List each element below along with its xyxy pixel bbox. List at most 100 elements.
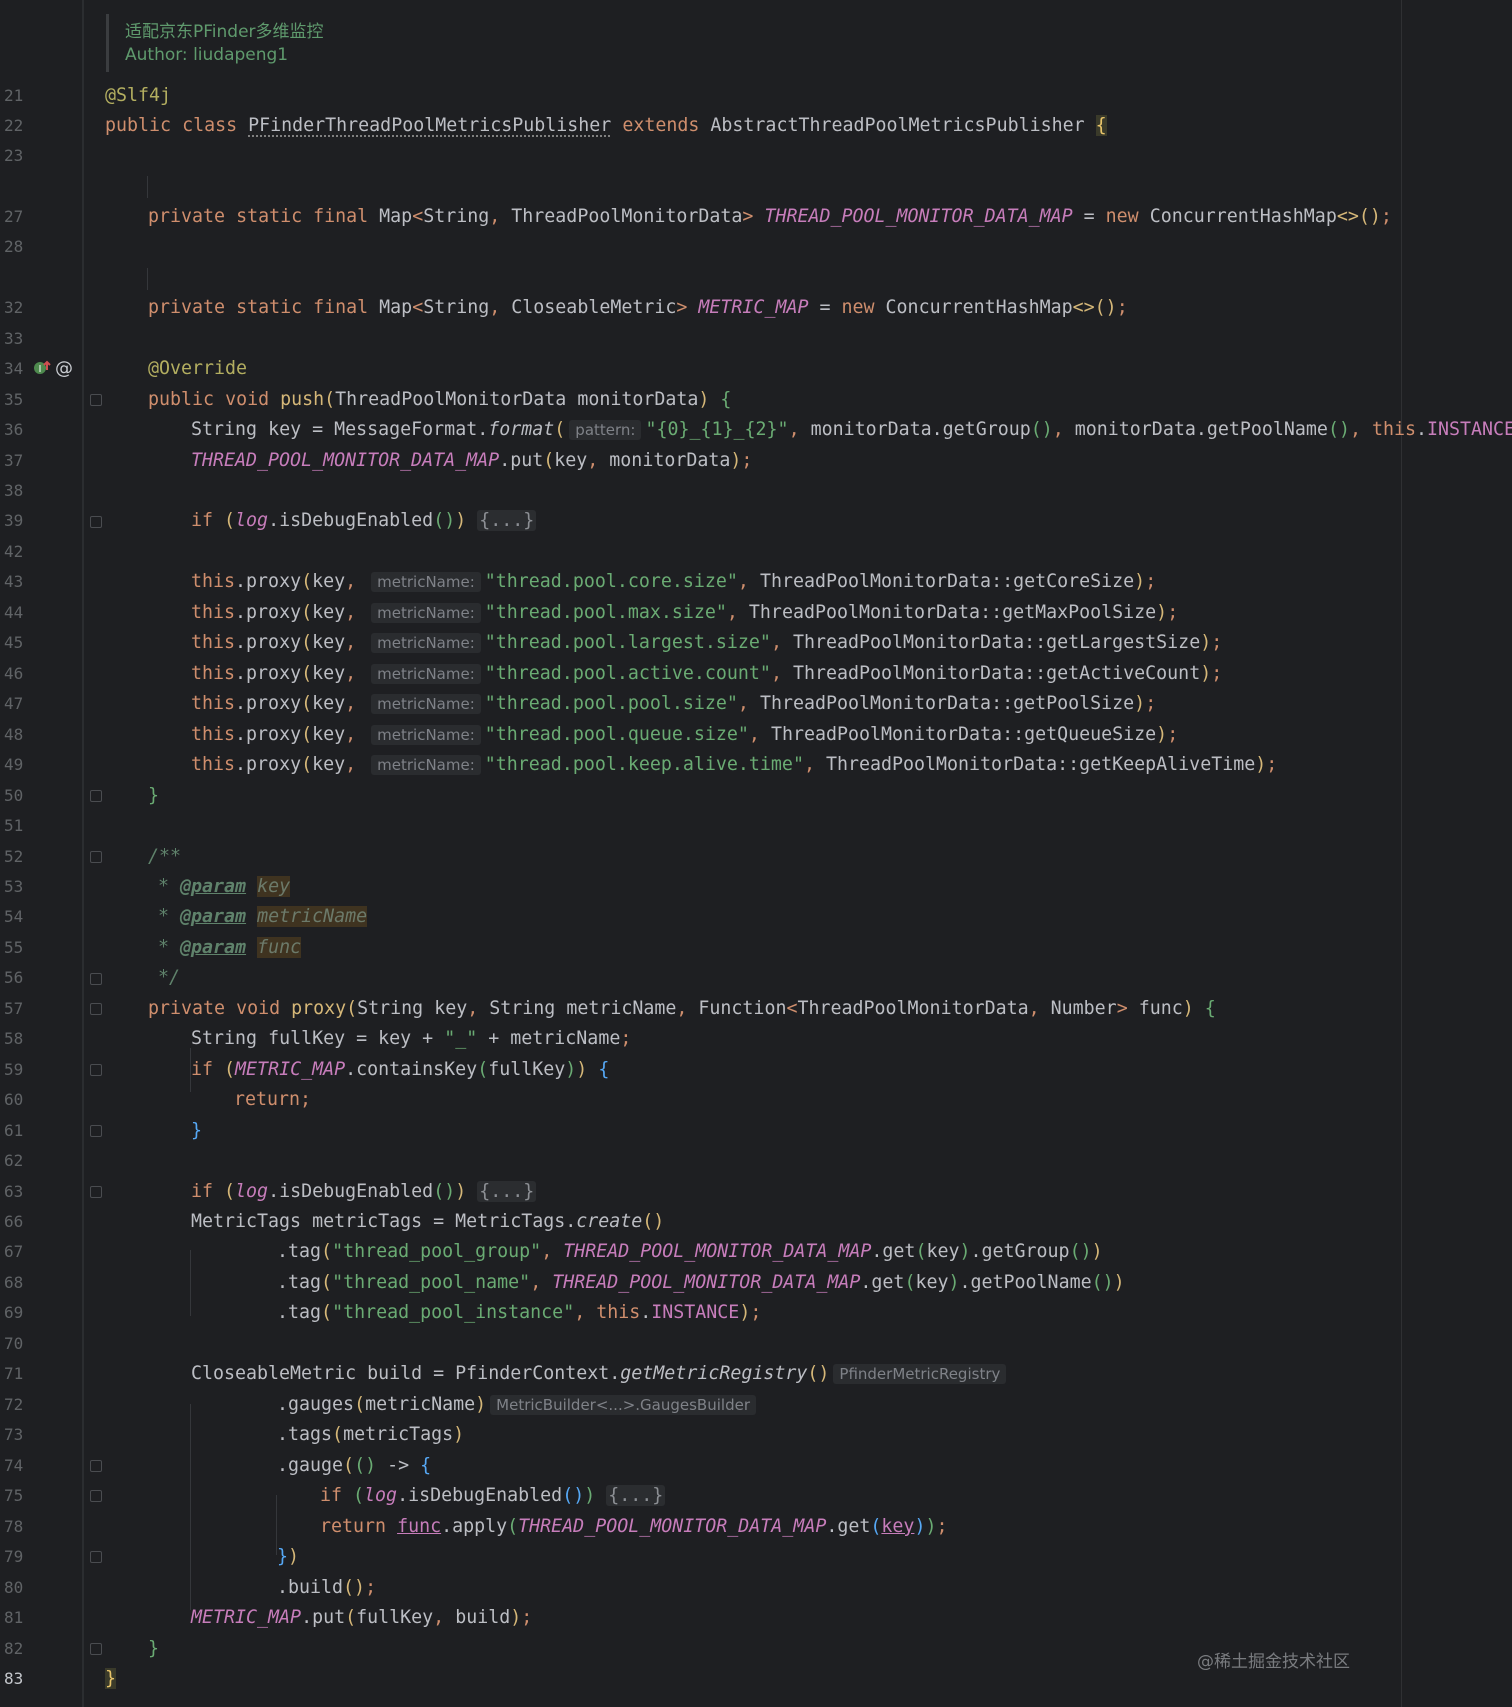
line-number: 36 <box>4 420 24 439</box>
fold-toggle-icon[interactable] <box>90 1551 102 1563</box>
param-hint: pattern: <box>569 420 642 440</box>
line-number: 60 <box>4 1090 24 1109</box>
param-hint: metricName: <box>371 755 481 775</box>
code-line-45[interactable]: this.proxy(key, metricName: "thread.pool.… <box>191 628 1222 658</box>
line-number: 67 <box>4 1242 24 1261</box>
rendered-doc-bar <box>106 14 109 72</box>
param-hint: metricName: <box>371 725 481 745</box>
fold-toggle-icon[interactable] <box>90 1490 102 1502</box>
implements-override-icon[interactable]: I @ <box>32 356 73 380</box>
code-line-54[interactable]: * @param metricName <box>158 902 368 932</box>
code-line-48[interactable]: this.proxy(key, metricName: "thread.pool.… <box>191 720 1178 750</box>
code-line-27[interactable]: private static final Map<String, ThreadP… <box>148 202 1392 232</box>
code-line-58[interactable]: String fullKey = key + "_" + metricName; <box>191 1024 631 1054</box>
line-number: 61 <box>4 1121 24 1140</box>
code-line-79[interactable]: }) <box>277 1542 299 1572</box>
code-line-83[interactable]: } <box>105 1664 117 1694</box>
line-number: 71 <box>4 1364 24 1383</box>
line-number: 72 <box>4 1395 24 1414</box>
fold-toggle-icon[interactable] <box>90 516 102 528</box>
line-number: 44 <box>4 603 24 622</box>
fold-toggle-icon[interactable] <box>90 1003 102 1015</box>
param-hint: metricName: <box>371 572 481 592</box>
indent-guide <box>147 268 148 290</box>
code-line-75[interactable]: if (log.isDebugEnabled()) {...} <box>320 1481 666 1511</box>
code-line-44[interactable]: this.proxy(key, metricName: "thread.pool.… <box>191 598 1178 628</box>
line-number: 27 <box>4 207 24 226</box>
fold-toggle-icon[interactable] <box>90 973 102 985</box>
code-line-56[interactable]: */ <box>158 963 180 993</box>
code-line-60[interactable]: return; <box>234 1085 311 1115</box>
code-line-59[interactable]: if (METRIC_MAP.containsKey(fullKey)) { <box>191 1055 609 1085</box>
gutter-icons[interactable]: I @ <box>32 356 73 380</box>
code-line-67[interactable]: .tag("thread_pool_group", THREAD_POOL_MO… <box>277 1237 1103 1267</box>
line-number: 82 <box>4 1639 24 1658</box>
fold-toggle-icon[interactable] <box>90 1643 102 1655</box>
code-line-80[interactable]: .build(); <box>277 1573 376 1603</box>
code-line-43[interactable]: this.proxy(key, metricName: "thread.pool.… <box>191 567 1156 597</box>
line-number: 59 <box>4 1060 24 1079</box>
line-number: 73 <box>4 1425 24 1444</box>
indent-guide <box>190 1404 191 1610</box>
code-line-72[interactable]: .gauges(metricName) MetricBuilder<...>.Ga… <box>277 1390 760 1420</box>
code-line-57[interactable]: private void proxy(String key, String me… <box>148 994 1216 1024</box>
fold-toggle-icon[interactable] <box>90 394 102 406</box>
line-number: 37 <box>4 451 24 470</box>
watermark: @稀土掘金技术社区 <box>1197 1652 1350 1672</box>
code-line-21[interactable]: @Slf4j <box>105 81 171 111</box>
line-number: 63 <box>4 1182 24 1201</box>
code-line-37[interactable]: THREAD_POOL_MONITOR_DATA_MAP.put(key, mo… <box>191 446 752 476</box>
code-line-68[interactable]: .tag("thread_pool_name", THREAD_POOL_MON… <box>277 1268 1125 1298</box>
rendered-doc-line-1: 适配京东PFinder多维监控 <box>125 22 324 42</box>
code-line-22[interactable]: public class PFinderThreadPoolMetricsPub… <box>105 111 1107 141</box>
folded-block[interactable]: {...} <box>477 1181 537 1202</box>
line-number: 54 <box>4 907 24 926</box>
folded-block[interactable]: {...} <box>606 1485 666 1506</box>
code-line-55[interactable]: * @param func <box>158 933 302 963</box>
fold-toggle-icon[interactable] <box>90 851 102 863</box>
code-line-69[interactable]: .tag("thread_pool_instance", this.INSTAN… <box>277 1298 761 1328</box>
code-line-53[interactable]: * @param key <box>158 872 291 902</box>
line-number: 38 <box>4 481 24 500</box>
line-number: 46 <box>4 664 24 683</box>
code-line-49[interactable]: this.proxy(key, metricName: "thread.pool.… <box>191 750 1277 780</box>
code-line-36[interactable]: String key = MessageFormat.format(patter… <box>191 415 1512 445</box>
code-line-81[interactable]: METRIC_MAP.put(fullKey, build); <box>191 1603 532 1633</box>
line-number: 70 <box>4 1334 24 1353</box>
code-line-82[interactable]: } <box>148 1634 159 1664</box>
code-line-39[interactable]: if (log.isDebugEnabled()) {...} <box>191 506 537 536</box>
folded-block[interactable]: {...} <box>477 510 537 531</box>
fold-toggle-icon[interactable] <box>90 1186 102 1198</box>
line-number: 66 <box>4 1212 24 1231</box>
code-line-78[interactable]: return func.apply(THREAD_POOL_MONITOR_DA… <box>320 1512 947 1542</box>
code-line-47[interactable]: this.proxy(key, metricName: "thread.pool.… <box>191 689 1156 719</box>
type-hint: PfinderMetricRegistry <box>833 1364 1007 1384</box>
svg-text:I: I <box>39 364 42 375</box>
code-line-32[interactable]: private static final Map<String, Closeab… <box>148 293 1128 323</box>
code-line-46[interactable]: this.proxy(key, metricName: "thread.pool.… <box>191 659 1222 689</box>
fold-toggle-icon[interactable] <box>90 790 102 802</box>
code-line-52[interactable]: /** <box>148 842 181 872</box>
line-number: 49 <box>4 755 24 774</box>
code-line-50[interactable]: } <box>148 781 159 811</box>
param-hint: metricName: <box>371 603 481 623</box>
line-number: 32 <box>4 298 24 317</box>
fold-toggle-icon[interactable] <box>90 1125 102 1137</box>
code-line-71[interactable]: CloseableMetric build = PfinderContext.g… <box>191 1359 1010 1389</box>
code-line-66[interactable]: MetricTags metricTags = MetricTags.creat… <box>191 1207 664 1237</box>
fold-toggle-icon[interactable] <box>90 1460 102 1472</box>
code-line-34[interactable]: @Override <box>148 354 247 384</box>
code-line-73[interactable]: .tags(metricTags) <box>277 1420 464 1450</box>
code-editor[interactable]: 适配京东PFinder多维监控 Author: liudapeng1 21 22… <box>0 0 1512 1707</box>
code-line-61[interactable]: } <box>191 1116 202 1146</box>
code-line-74[interactable]: .gauge(() -> { <box>277 1451 431 1481</box>
line-number: 22 <box>4 116 24 135</box>
fold-toggle-icon[interactable] <box>90 1064 102 1076</box>
line-number: 51 <box>4 816 24 835</box>
line-number: 78 <box>4 1517 24 1536</box>
line-number: 68 <box>4 1273 24 1292</box>
line-number: 55 <box>4 938 24 957</box>
code-line-63[interactable]: if (log.isDebugEnabled()) {...} <box>191 1177 537 1207</box>
line-number: 39 <box>4 511 24 530</box>
code-line-35[interactable]: public void push(ThreadPoolMonitorData m… <box>148 385 731 415</box>
